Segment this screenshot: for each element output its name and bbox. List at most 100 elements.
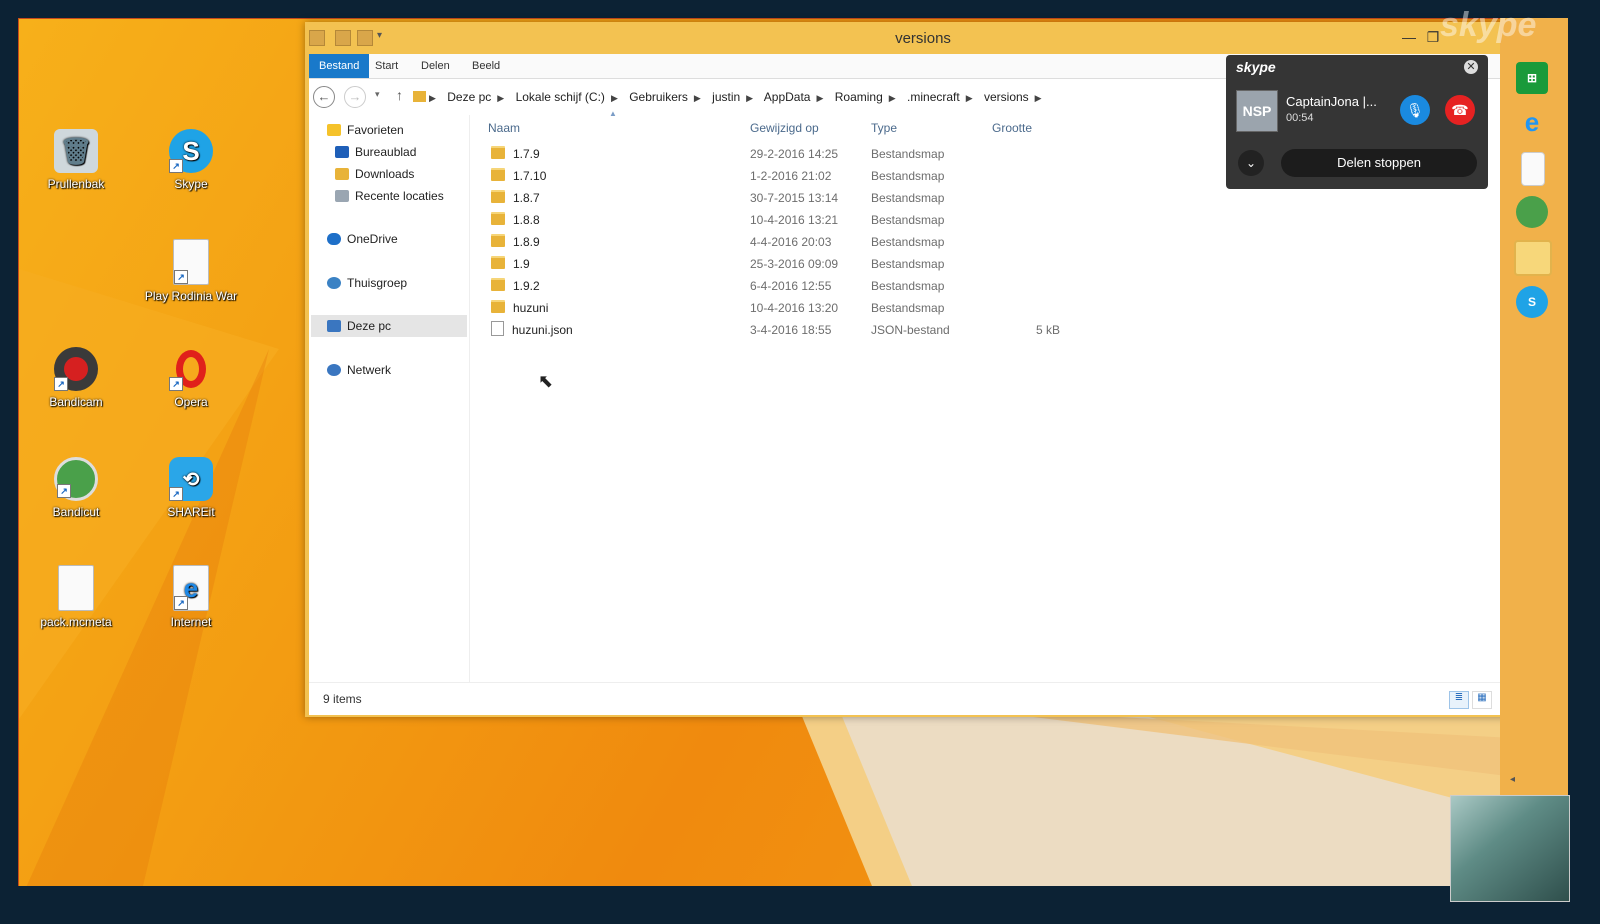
folder-icon — [491, 190, 505, 203]
table-row[interactable]: 1.7.10 1-2-2016 21:02 Bestandsmap — [485, 165, 1085, 187]
homegroup-icon — [327, 277, 341, 289]
column-header-modified[interactable]: Gewijzigd op — [750, 121, 819, 135]
caller-name: CaptainJona |... — [1286, 94, 1377, 109]
skype-icon[interactable]: S — [1516, 286, 1548, 318]
breadcrumb-item[interactable]: Gebruikers — [629, 90, 688, 104]
status-bar: 9 items ≣ ▦ — [309, 682, 1537, 715]
file-list: ▲ Naam Gewijzigd op Type Grootte 1.7.9 29… — [485, 109, 1525, 682]
folder-icon — [491, 278, 505, 291]
nav-item-onedrive[interactable]: OneDrive — [327, 228, 398, 250]
folder-icon — [491, 256, 505, 269]
desktop-icon-pack-mcmeta[interactable]: pack.mcmeta — [28, 565, 124, 629]
table-row[interactable]: 1.9 25-3-2016 09:09 Bestandsmap — [485, 253, 1085, 275]
nav-item-favorites[interactable]: Favorieten — [327, 119, 404, 141]
forward-button[interactable]: → — [344, 86, 366, 108]
desktop-icon-shareit[interactable]: ⟲ ↗ SHAREit — [143, 457, 239, 519]
breadcrumb-item[interactable]: Lokale schijf (C:) — [516, 90, 605, 104]
tab-bestand[interactable]: Bestand — [309, 54, 370, 78]
breadcrumb-item[interactable]: .minecraft — [907, 90, 960, 104]
folder-icon — [491, 146, 505, 159]
hang-up-icon[interactable]: ☎ — [1445, 95, 1475, 125]
table-row[interactable]: 1.7.9 29-2-2016 14:25 Bestandsmap — [485, 143, 1085, 165]
desktop-icon-label: pack.mcmeta — [40, 615, 112, 629]
navigation-pane: Favorieten Bureaublad Downloads Recente … — [309, 115, 470, 682]
explorer-content: Favorieten Bureaublad Downloads Recente … — [309, 109, 1537, 682]
nav-item-network[interactable]: Netwerk — [327, 359, 391, 381]
store-icon[interactable]: ⊞ — [1516, 62, 1548, 94]
details-view-icon[interactable]: ≣ — [1449, 691, 1469, 709]
table-row[interactable]: huzuni.json 3-4-2016 18:55 JSON-bestand 5 k… — [485, 319, 1085, 341]
nav-item-recent[interactable]: Recente locaties — [335, 185, 444, 207]
desktop-icon-bandicut[interactable]: ↗ Bandicut — [28, 457, 124, 519]
tab-delen[interactable]: Delen — [411, 54, 460, 78]
chevron-right-icon: ▶ — [610, 93, 618, 103]
tab-start[interactable]: Start — [365, 54, 408, 78]
desktop-icon-recycle-bin[interactable]: 🗑 Prullenbak — [28, 129, 124, 191]
table-row[interactable]: 1.9.2 6-4-2016 12:55 Bestandsmap — [485, 275, 1085, 297]
recent-locations-dropdown[interactable]: ▾ — [375, 89, 380, 100]
avatar: NSP — [1236, 90, 1278, 132]
breadcrumb-item[interactable]: versions — [984, 90, 1029, 104]
table-row[interactable]: 1.8.8 10-4-2016 13:21 Bestandsmap — [485, 209, 1085, 231]
nav-item-desktop[interactable]: Bureaublad — [335, 141, 416, 163]
chevron-left-icon[interactable]: ◂ — [1510, 774, 1515, 785]
table-row[interactable]: 1.8.9 4-4-2016 20:03 Bestandsmap — [485, 231, 1085, 253]
nav-item-this-pc[interactable]: Deze pc — [311, 315, 467, 337]
back-button[interactable]: ← — [313, 86, 335, 108]
desktop-icon-label: SHAREit — [167, 505, 215, 519]
recycle-bin-icon: 🗑 — [54, 129, 98, 173]
recent-locations-icon — [335, 190, 349, 202]
desktop-icon-opera[interactable]: ↗ Opera — [143, 347, 239, 409]
bandicut-icon: ↗ — [54, 457, 98, 501]
breadcrumb-item[interactable]: Roaming — [835, 90, 883, 104]
table-row[interactable]: 1.8.7 30-7-2015 13:14 Bestandsmap — [485, 187, 1085, 209]
chevron-right-icon: ▶ — [497, 93, 505, 103]
column-header-name[interactable]: Naam — [488, 121, 520, 135]
title-bar[interactable]: ▾ versions — ❐ — [305, 22, 1541, 54]
breadcrumb[interactable]: ▶ Deze pc ▶ Lokale schijf (C:) ▶ Gebruiker… — [429, 90, 1050, 104]
document-icon[interactable] — [1521, 152, 1545, 186]
table-row[interactable]: huzuni 10-4-2016 13:20 Bestandsmap — [485, 297, 1085, 319]
minimize-button[interactable]: — — [1397, 28, 1421, 46]
desktop-icon-label: Skype — [174, 177, 208, 191]
window-title: versions — [895, 30, 951, 47]
microphone-icon[interactable]: 🎙 — [1400, 95, 1430, 125]
downloads-icon — [335, 168, 349, 180]
column-header-type[interactable]: Type — [871, 121, 897, 135]
desktop-icon — [335, 146, 349, 158]
chevron-right-icon: ▶ — [1034, 93, 1042, 103]
column-header-size[interactable]: Grootte — [992, 121, 1032, 135]
nav-item-downloads[interactable]: Downloads — [335, 163, 414, 185]
nav-item-homegroup[interactable]: Thuisgroep — [327, 272, 407, 294]
file-icon — [58, 565, 94, 611]
webcam-preview — [1450, 795, 1570, 902]
chevron-down-icon[interactable]: ⌄ — [1238, 150, 1264, 176]
stop-sharing-button[interactable]: Delen stoppen — [1281, 149, 1477, 177]
sort-ascending-icon: ▲ — [609, 109, 617, 118]
breadcrumb-item[interactable]: AppData — [764, 90, 811, 104]
desktop-icon-bandicam[interactable]: ↗ Bandicam — [28, 347, 124, 409]
opera-icon: ↗ — [169, 347, 213, 391]
breadcrumb-item[interactable]: justin — [712, 90, 740, 104]
desktop-icon-play-rodinia-war[interactable]: ↗ Play Rodinia War — [143, 239, 239, 303]
folder-icon — [491, 212, 505, 225]
bandicam-icon: ↗ — [54, 347, 98, 391]
close-icon[interactable]: ✕ — [1464, 60, 1478, 74]
tab-beeld[interactable]: Beeld — [462, 54, 510, 78]
up-button[interactable]: ↑ — [396, 87, 403, 103]
star-icon — [327, 124, 341, 136]
file-explorer-icon[interactable] — [1514, 240, 1552, 276]
shareit-icon: ⟲ ↗ — [169, 457, 213, 501]
chevron-right-icon: ▶ — [888, 93, 896, 103]
desktop-icon-label: Bandicut — [52, 505, 100, 519]
desktop-icon-skype[interactable]: S ↗ Skype — [143, 129, 239, 191]
desktop-icon-internet[interactable]: e ↗ Internet — [143, 565, 239, 629]
skype-logo: skype — [1236, 59, 1276, 75]
internet-explorer-icon[interactable]: e — [1516, 106, 1548, 138]
desktop-icon-label: Play Rodinia War — [144, 289, 238, 303]
bandicut-icon[interactable] — [1516, 196, 1548, 228]
large-icons-view-icon[interactable]: ▦ — [1472, 691, 1492, 709]
folder-icon — [491, 234, 505, 247]
folder-icon — [491, 168, 505, 181]
breadcrumb-item[interactable]: Deze pc — [447, 90, 491, 104]
